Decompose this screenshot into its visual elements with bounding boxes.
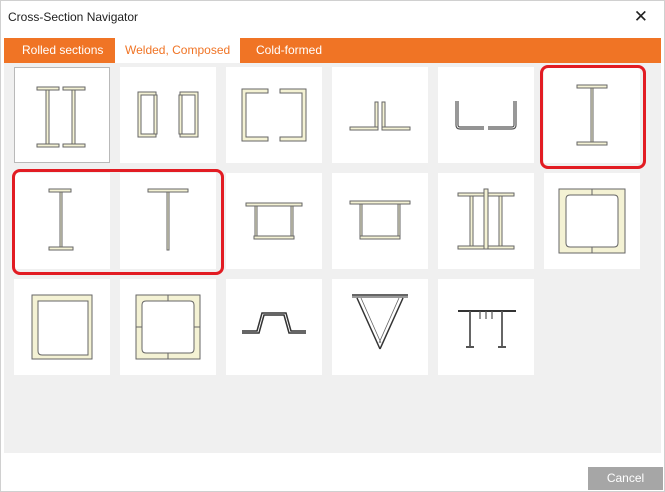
double-angle-icon	[349, 101, 411, 131]
hat-section-icon	[242, 312, 306, 334]
triple-i-section-icon	[457, 188, 515, 250]
slab-beam-tile[interactable]	[438, 279, 534, 375]
tab-cold-formed[interactable]: Cold-formed	[246, 38, 332, 63]
double-channel-boxed-icon	[241, 88, 307, 142]
box-top-plate-icon	[349, 200, 411, 240]
double-cold-angle-tile[interactable]	[438, 67, 534, 163]
dialog-footer	[1, 456, 664, 491]
box-channels-tile[interactable]	[544, 173, 640, 269]
triangle-truss-tile[interactable]	[332, 279, 428, 375]
double-channel-back-to-back-icon	[137, 91, 199, 138]
welded-i-asymmetric-tile[interactable]	[14, 173, 110, 269]
cross-section-navigator-window: Cross-Section Navigator ✕ Rolled section…	[0, 0, 665, 492]
box-flange-plates-tile[interactable]	[226, 173, 322, 269]
cancel-button[interactable]: Cancel	[588, 467, 663, 490]
triple-i-section-tile[interactable]	[438, 173, 534, 269]
welded-i-section-tile[interactable]	[544, 67, 640, 163]
double-channel-boxed-tile[interactable]	[226, 67, 322, 163]
welded-tee-section-tile[interactable]	[120, 173, 216, 269]
close-icon[interactable]: ✕	[634, 7, 648, 27]
double-channel-back-to-back-tile[interactable]	[120, 67, 216, 163]
double-i-section-icon	[36, 86, 86, 148]
double-i-section-tile[interactable]	[14, 67, 110, 163]
box-flange-plates-icon	[245, 202, 303, 240]
double-angle-tile[interactable]	[332, 67, 428, 163]
window-title: Cross-Section Navigator	[8, 10, 139, 24]
tab-bar: Rolled sections Welded, Composed Cold-fo…	[4, 38, 661, 63]
welded-tee-section-icon	[147, 188, 189, 251]
double-cold-angle-icon	[455, 101, 517, 130]
title-bar: Cross-Section Navigator ✕	[1, 1, 664, 34]
slab-beam-icon	[458, 310, 516, 348]
section-grid	[4, 63, 661, 453]
welded-i-asymmetric-icon	[48, 188, 74, 251]
box-angles-icon	[31, 294, 93, 360]
box-top-plate-tile[interactable]	[332, 173, 428, 269]
triangle-truss-icon	[352, 294, 408, 350]
welded-i-section-icon	[576, 84, 608, 146]
box-four-channels-icon	[135, 294, 201, 360]
tab-welded-composed[interactable]: Welded, Composed	[115, 38, 241, 63]
box-four-channels-tile[interactable]	[120, 279, 216, 375]
box-angles-tile[interactable]	[14, 279, 110, 375]
tab-rolled-sections[interactable]: Rolled sections	[12, 38, 113, 63]
hat-section-tile[interactable]	[226, 279, 322, 375]
box-channels-icon	[558, 188, 626, 254]
